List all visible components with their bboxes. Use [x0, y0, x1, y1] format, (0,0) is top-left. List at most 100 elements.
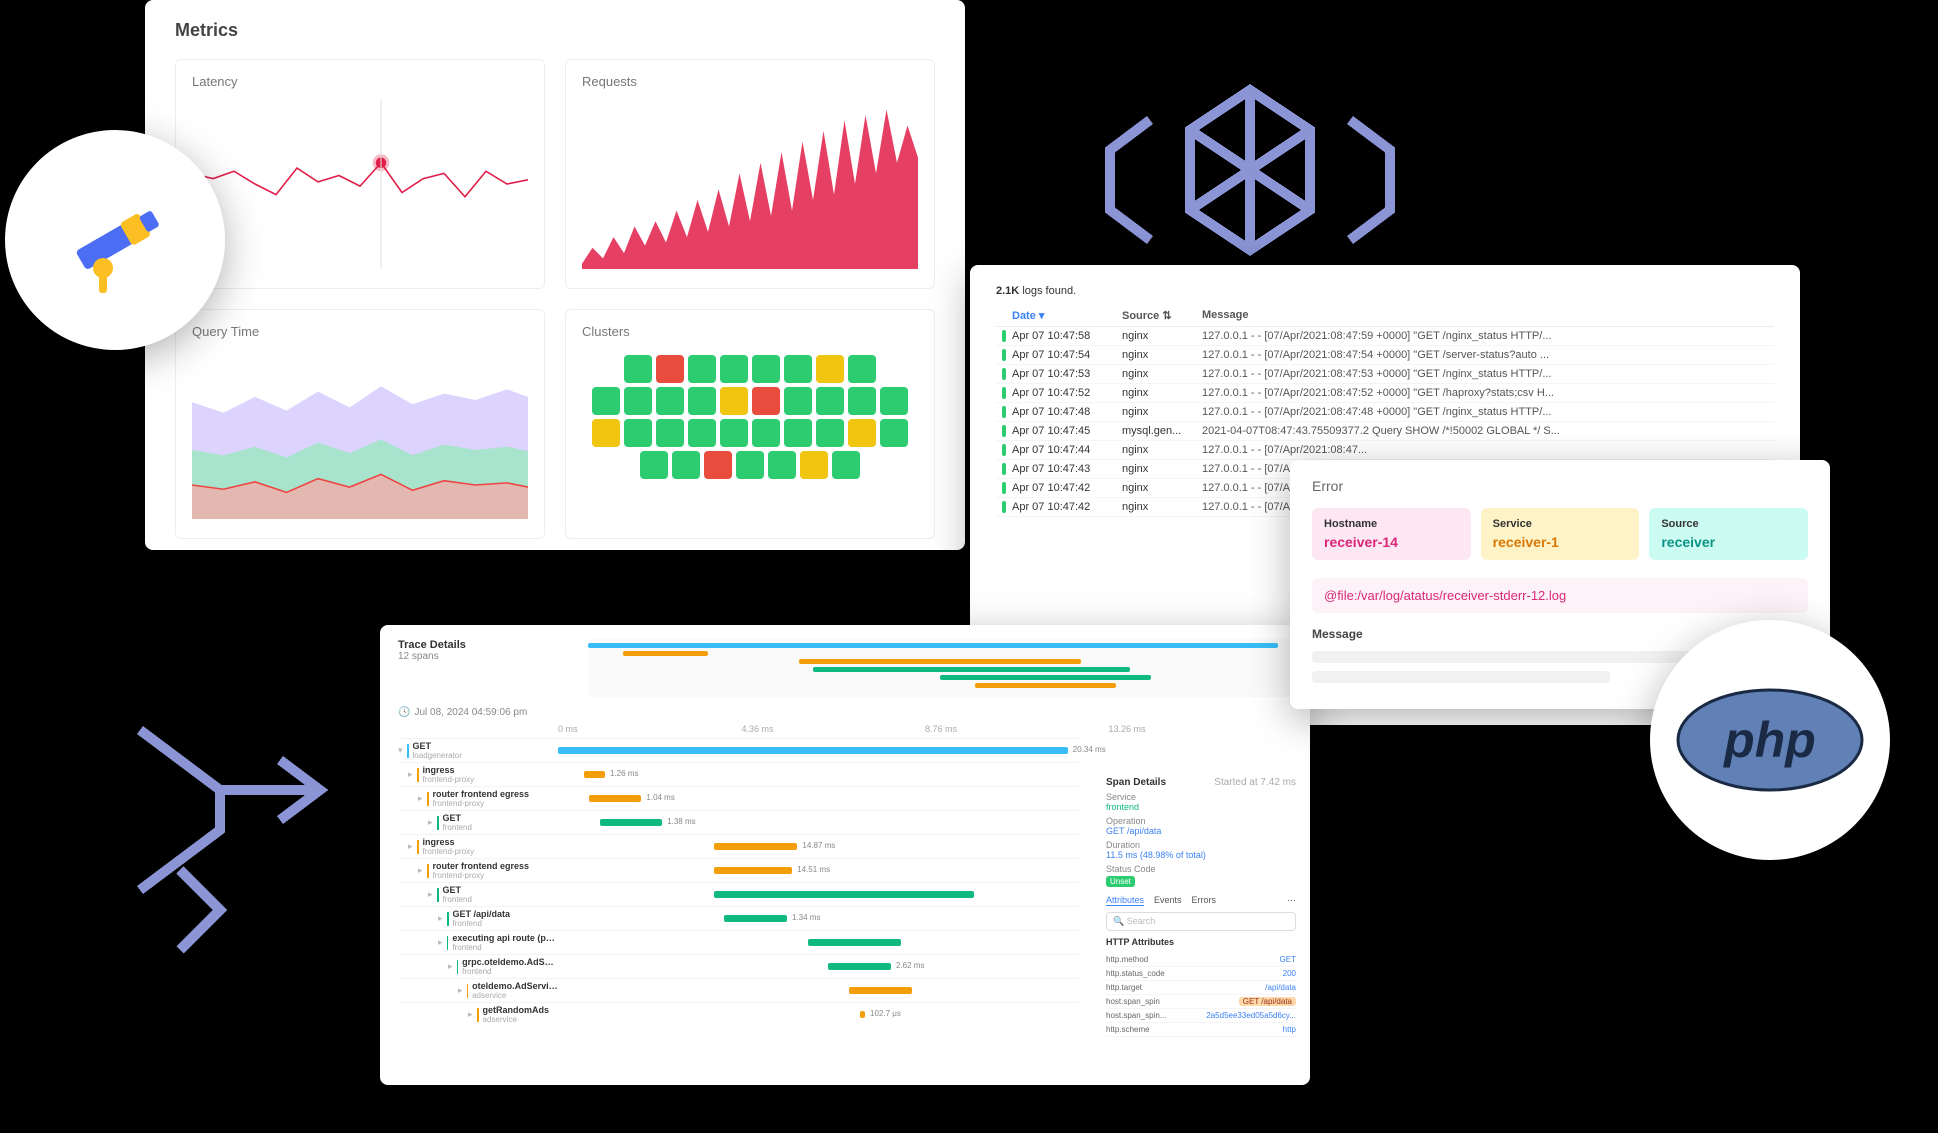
cluster-tile[interactable]	[688, 355, 716, 383]
cluster-tile[interactable]	[624, 355, 652, 383]
cluster-tile[interactable]	[832, 451, 860, 479]
cluster-tile[interactable]	[752, 355, 780, 383]
tab-events[interactable]: Events	[1154, 895, 1182, 906]
cluster-tile[interactable]	[656, 355, 684, 383]
cluster-tile[interactable]	[752, 387, 780, 415]
log-row[interactable]: Apr 07 10:47:45mysql.gen...2021-04-07T08…	[996, 422, 1774, 441]
span-row[interactable]: ▸ executing api route (page... frontend	[398, 930, 1078, 954]
cluster-tile[interactable]	[816, 387, 844, 415]
requests-title: Requests	[582, 74, 918, 89]
sd-status: Unset	[1106, 876, 1135, 887]
cluster-tile[interactable]	[720, 387, 748, 415]
span-detail-tabs: Attributes Events Errors ⋯	[1106, 895, 1296, 906]
log-row[interactable]: Apr 07 10:47:53nginx127.0.0.1 - - [07/Ap…	[996, 365, 1774, 384]
trace-time-axis: 0 ms4.36 ms8.76 ms13.26 ms	[558, 724, 1292, 734]
metric-card-clusters[interactable]: Clusters	[565, 309, 935, 539]
cluster-tile[interactable]	[784, 419, 812, 447]
col-date[interactable]: Date ▾	[1012, 309, 1122, 322]
cluster-tile[interactable]	[816, 355, 844, 383]
span-row[interactable]: ▸ oteldemo.AdService/Get... adservice	[398, 978, 1078, 1002]
cluster-tile[interactable]	[656, 419, 684, 447]
attribute-row[interactable]: http.target/api/data	[1106, 981, 1296, 995]
clusters-grid	[582, 349, 918, 479]
span-row[interactable]: ▸ GET frontend	[398, 882, 1078, 906]
cluster-tile[interactable]	[624, 387, 652, 415]
tab-errors[interactable]: Errors	[1192, 895, 1217, 906]
cluster-tile[interactable]	[784, 355, 812, 383]
decoration-arrow-icon	[100, 690, 360, 970]
cluster-tile[interactable]	[880, 419, 908, 447]
metric-card-query-time[interactable]: Query Time	[175, 309, 545, 539]
axis-tick: 8.76 ms	[925, 724, 1109, 734]
query-time-chart	[192, 349, 528, 519]
cluster-tile[interactable]	[592, 419, 620, 447]
error-title: Error	[1312, 478, 1808, 494]
span-row[interactable]: ▸ GET /api/data frontend 1.34 ms	[398, 906, 1078, 930]
cluster-tile[interactable]	[816, 419, 844, 447]
attribute-row[interactable]: http.methodGET	[1106, 953, 1296, 967]
log-row[interactable]: Apr 07 10:47:52nginx127.0.0.1 - - [07/Ap…	[996, 384, 1774, 403]
attribute-row[interactable]: host.span_spinGET /api/data	[1106, 995, 1296, 1009]
trace-overview[interactable]	[588, 639, 1292, 697]
trace-timestamp: 🕓 Jul 08, 2024 04:59:06 pm	[398, 707, 1292, 718]
cluster-tile[interactable]	[720, 355, 748, 383]
span-row[interactable]: ▸ router frontend egress frontend-proxy …	[398, 786, 1078, 810]
span-row[interactable]: ▸ ingress frontend-proxy 14.87 ms	[398, 834, 1078, 858]
span-row[interactable]: ▸ GET frontend 1.38 ms	[398, 810, 1078, 834]
span-details-title: Span Details	[1106, 777, 1166, 788]
cluster-tile[interactable]	[768, 451, 796, 479]
attribute-row[interactable]: http.schemehttp	[1106, 1023, 1296, 1037]
cluster-tile[interactable]	[848, 387, 876, 415]
cluster-tile[interactable]	[880, 387, 908, 415]
latency-title: Latency	[192, 74, 528, 89]
telescope-icon	[55, 180, 175, 300]
span-row[interactable]: ▸ grpc.oteldemo.AdService/... frontend 2…	[398, 954, 1078, 978]
cluster-tile[interactable]	[704, 451, 732, 479]
trace-spans-count: 12 spans	[398, 651, 558, 662]
span-row[interactable]: ▸ getRandomAds adservice 102.7 μs	[398, 1002, 1078, 1026]
span-details-sidebar: Span Details Started at 7.42 ms Service …	[1106, 777, 1296, 1037]
axis-tick: 13.26 ms	[1109, 724, 1293, 734]
sd-operation: GET /api/data	[1106, 826, 1296, 836]
cluster-tile[interactable]	[688, 419, 716, 447]
attrs-title: HTTP Attributes	[1106, 937, 1296, 947]
cluster-tile[interactable]	[800, 451, 828, 479]
cluster-tile[interactable]	[848, 355, 876, 383]
span-search-input[interactable]: 🔍 Search	[1106, 912, 1296, 931]
cluster-tile[interactable]	[592, 387, 620, 415]
span-row[interactable]: ▸ router frontend egress frontend-proxy …	[398, 858, 1078, 882]
span-row[interactable]: ▸ ingress frontend-proxy 1.26 ms	[398, 762, 1078, 786]
metric-card-requests[interactable]: Requests	[565, 59, 935, 289]
chip-hostname: Hostname receiver-14	[1312, 508, 1471, 560]
chip-source: Source receiver	[1649, 508, 1808, 560]
tab-attributes[interactable]: Attributes	[1106, 895, 1144, 906]
cluster-tile[interactable]	[672, 451, 700, 479]
col-source[interactable]: Source ⇅	[1122, 309, 1202, 322]
cluster-tile[interactable]	[736, 451, 764, 479]
col-message[interactable]: Message	[1202, 309, 1768, 322]
cluster-tile[interactable]	[656, 387, 684, 415]
cluster-tile[interactable]	[688, 387, 716, 415]
cluster-tile[interactable]	[784, 387, 812, 415]
attribute-row[interactable]: http.status_code200	[1106, 967, 1296, 981]
cluster-tile[interactable]	[752, 419, 780, 447]
logs-table-header: Date ▾ Source ⇅ Message	[996, 305, 1774, 327]
cluster-tile[interactable]	[640, 451, 668, 479]
log-row[interactable]: Apr 07 10:47:54nginx127.0.0.1 - - [07/Ap…	[996, 346, 1774, 365]
cluster-tile[interactable]	[720, 419, 748, 447]
axis-tick: 4.36 ms	[742, 724, 926, 734]
metric-card-latency[interactable]: Latency	[175, 59, 545, 289]
cluster-tile[interactable]	[848, 419, 876, 447]
logs-found-text: 2.1K logs found.	[996, 285, 1774, 297]
span-started: Started at 7.42 ms	[1214, 777, 1296, 788]
php-icon: php	[1675, 685, 1865, 795]
more-menu[interactable]: ⋯	[1287, 895, 1296, 906]
attribute-row[interactable]: host.span_spin...2a5d5ee33ed05a5d6cy...	[1106, 1009, 1296, 1023]
log-row[interactable]: Apr 07 10:47:48nginx127.0.0.1 - - [07/Ap…	[996, 403, 1774, 422]
log-row[interactable]: Apr 07 10:47:44nginx127.0.0.1 - - [07/Ap…	[996, 441, 1774, 460]
sd-service: frontend	[1106, 802, 1296, 812]
sd-duration: 11.5 ms (48.98% of total)	[1106, 850, 1296, 860]
cluster-tile[interactable]	[624, 419, 652, 447]
span-row[interactable]: ▾ GET loadgenerator 20.34 ms	[398, 738, 1078, 762]
log-row[interactable]: Apr 07 10:47:58nginx127.0.0.1 - - [07/Ap…	[996, 327, 1774, 346]
